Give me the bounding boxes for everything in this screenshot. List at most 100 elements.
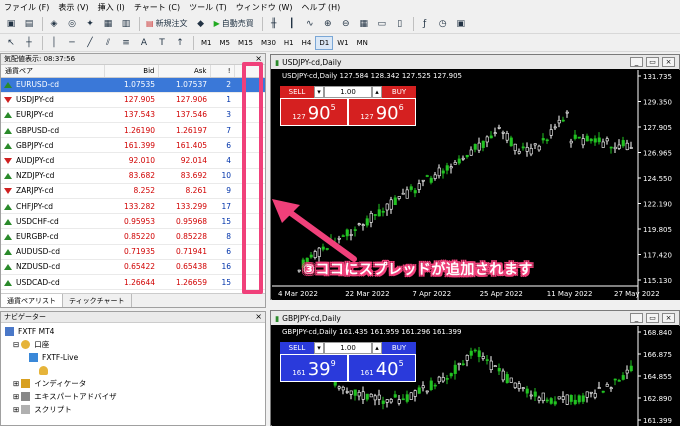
auto-trade-button[interactable]: ▶ 自動売買: [211, 16, 257, 32]
buy-button[interactable]: BUY: [382, 342, 416, 354]
new-order-button[interactable]: ▤ 新規注文: [143, 16, 191, 32]
autoscroll-icon[interactable]: ▭: [374, 16, 390, 32]
table-row[interactable]: CHFJPY-cd 133.282 133.299 17: [1, 198, 265, 215]
minimize-button[interactable]: _: [630, 57, 643, 67]
zoom-in-icon[interactable]: ⊕: [320, 16, 336, 32]
sell-price[interactable]: 161 39 9: [280, 354, 348, 382]
lot-input[interactable]: 1.00: [324, 342, 372, 354]
table-row[interactable]: EURUSD-cd 1.07535 1.07537 2: [1, 77, 265, 93]
profiles-icon[interactable]: ▤: [21, 16, 37, 32]
expand-icon[interactable]: ⊞: [13, 392, 19, 401]
tf-w1[interactable]: W1: [333, 36, 352, 50]
templates-icon[interactable]: ▣: [453, 16, 469, 32]
tab-tick-chart[interactable]: ティックチャート: [63, 294, 132, 307]
close-button[interactable]: ×: [662, 313, 675, 323]
indicators-icon[interactable]: ƒ: [417, 16, 433, 32]
lot-input[interactable]: 1.00: [324, 86, 372, 98]
tf-m1[interactable]: M1: [197, 36, 216, 50]
close-icon[interactable]: ×: [255, 312, 262, 321]
tf-h1[interactable]: H1: [280, 36, 298, 50]
menu-help[interactable]: ヘルプ (H): [301, 2, 340, 13]
data-window-icon[interactable]: ◎: [64, 16, 80, 32]
buy-button[interactable]: BUY: [382, 86, 416, 98]
col-bid[interactable]: Bid: [104, 65, 159, 78]
table-row[interactable]: AUDUSD-cd 0.71935 0.71941 6: [1, 244, 265, 260]
market-watch-icon[interactable]: ◈: [46, 16, 62, 32]
navigator-icon[interactable]: ✦: [82, 16, 98, 32]
text-icon[interactable]: A: [136, 35, 152, 51]
table-row[interactable]: NZDUSD-cd 0.65422 0.65438 16: [1, 259, 265, 275]
tf-d1[interactable]: D1: [315, 35, 334, 50]
channel-icon[interactable]: ⫽: [100, 35, 116, 51]
table-row[interactable]: EURJPY-cd 137.543 137.546 3: [1, 107, 265, 124]
menu-tools[interactable]: ツール (T): [189, 2, 227, 13]
minimize-button[interactable]: _: [630, 313, 643, 323]
table-row[interactable]: USDCAD-cd 1.26644 1.26659 15: [1, 274, 265, 291]
nav-item-experts[interactable]: ⊞ エキスパートアドバイザ: [5, 390, 265, 403]
candlestick-icon[interactable]: ┃: [284, 16, 300, 32]
sell-button[interactable]: SELL: [280, 342, 314, 354]
tf-mn[interactable]: MN: [353, 36, 372, 50]
chart-plot-gbpjpy[interactable]: 168.840 166.875 164.855 162.890 161.399 GBPJ…: [272, 326, 680, 426]
lot-down-icon[interactable]: ▾: [314, 86, 324, 98]
table-row[interactable]: AUDJPY-cd 92.010 92.014 4: [1, 152, 265, 169]
crosshair-icon[interactable]: ┼: [21, 35, 37, 51]
horizontal-line-icon[interactable]: ─: [64, 35, 80, 51]
tf-m30[interactable]: M30: [257, 36, 280, 50]
menu-chart[interactable]: チャート (C): [134, 2, 180, 13]
zoom-out-icon[interactable]: ⊖: [338, 16, 354, 32]
lot-up-icon[interactable]: ▴: [372, 342, 382, 354]
nav-item-scripts[interactable]: ⊞ スクリプト: [5, 403, 265, 416]
buy-price[interactable]: 161 40 5: [348, 354, 416, 382]
col-symbol[interactable]: 通貨ペア: [1, 65, 105, 78]
terminal-icon[interactable]: ▦: [100, 16, 116, 32]
menu-file[interactable]: ファイル (F): [4, 2, 49, 13]
close-button[interactable]: ×: [662, 57, 675, 67]
vertical-line-icon[interactable]: │: [46, 35, 62, 51]
lot-up-icon[interactable]: ▴: [372, 86, 382, 98]
nav-item-indicators[interactable]: ⊞ インディケータ: [5, 377, 265, 390]
nav-item-accounts[interactable]: ⊟ 口座: [5, 338, 265, 351]
bar-chart-icon[interactable]: ╫: [266, 16, 282, 32]
table-row[interactable]: NZDJPY-cd 83.682 83.692 10: [1, 168, 265, 184]
tab-symbols[interactable]: 通貨ペアリスト: [1, 294, 63, 307]
table-row[interactable]: USDCHF-cd 0.95953 0.95968 15: [1, 213, 265, 230]
restore-button[interactable]: ▭: [646, 57, 659, 67]
trend-line-icon[interactable]: ╱: [82, 35, 98, 51]
nav-item-account[interactable]: [5, 364, 265, 377]
table-row[interactable]: ZARJPY-cd 8.252 8.261 9: [1, 183, 265, 200]
table-row[interactable]: USDJPY-cd 127.905 127.906 1: [1, 92, 265, 108]
nav-item-server[interactable]: FXTF-Live: [5, 351, 265, 364]
tf-m15[interactable]: M15: [234, 36, 257, 50]
restore-button[interactable]: ▭: [646, 313, 659, 323]
expand-icon[interactable]: ⊞: [13, 379, 19, 388]
sell-button[interactable]: SELL: [280, 86, 314, 98]
col-ask[interactable]: Ask: [158, 65, 211, 78]
arrows-icon[interactable]: ↑: [172, 35, 188, 51]
expand-icon[interactable]: ⊞: [13, 405, 19, 414]
table-row[interactable]: EURGBP-cd 0.85220 0.85228 8: [1, 228, 265, 245]
meta-editor-icon[interactable]: ◆: [193, 16, 209, 32]
tester-icon[interactable]: ▥: [118, 16, 134, 32]
label-icon[interactable]: T: [154, 35, 170, 51]
tf-h4[interactable]: H4: [298, 36, 316, 50]
lot-down-icon[interactable]: ▾: [314, 342, 324, 354]
line-chart-icon[interactable]: ∿: [302, 16, 318, 32]
periods-icon[interactable]: ◷: [435, 16, 451, 32]
fibonacci-icon[interactable]: ≡: [118, 35, 134, 51]
table-row[interactable]: GBPJPY-cd 161.399 161.405 6: [1, 137, 265, 154]
table-row[interactable]: GBPUSD-cd 1.26190 1.26197 7: [1, 122, 265, 139]
menu-view[interactable]: 表示 (V): [58, 2, 88, 13]
tf-m5[interactable]: M5: [216, 36, 235, 50]
cursor-icon[interactable]: ↖: [3, 35, 19, 51]
new-chart-icon[interactable]: ▣: [3, 16, 19, 32]
buy-price[interactable]: 127 90 6: [348, 98, 416, 126]
chart-shift-icon[interactable]: ▯: [392, 16, 408, 32]
nav-item-root[interactable]: FXTF MT4: [5, 325, 265, 338]
collapse-icon[interactable]: ⊟: [13, 340, 19, 349]
menu-window[interactable]: ウィンドウ (W): [236, 2, 293, 13]
tile-icon[interactable]: ▦: [356, 16, 372, 32]
sell-price[interactable]: 127 90 5: [280, 98, 348, 126]
col-spread[interactable]: !: [210, 65, 235, 78]
menu-insert[interactable]: 挿入 (I): [98, 2, 125, 13]
